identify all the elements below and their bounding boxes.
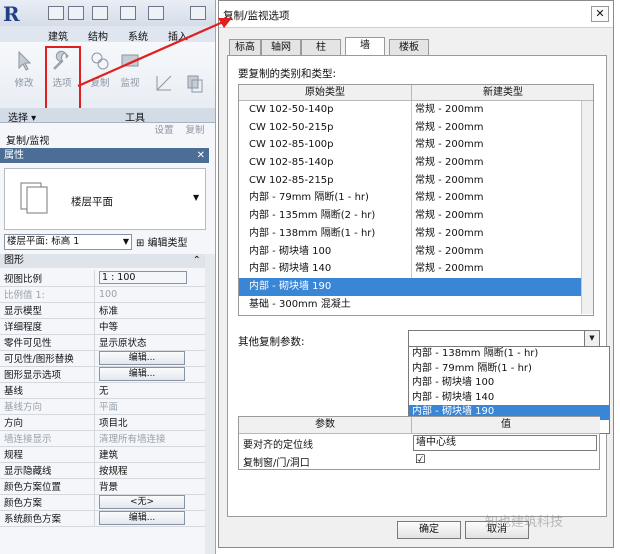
annotation-arrow (77, 16, 233, 88)
